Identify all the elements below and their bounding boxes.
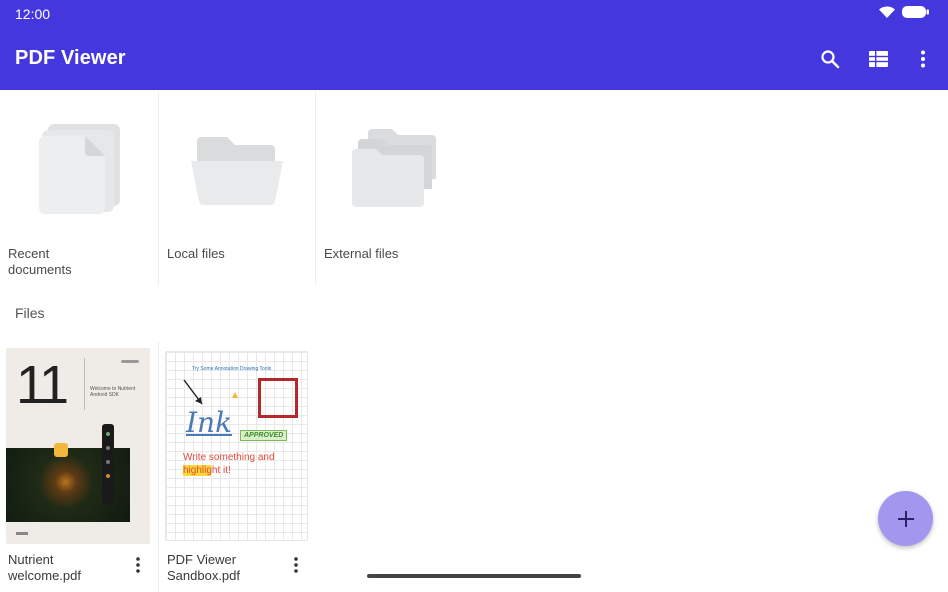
thumbnail-caption: Welcome to Nutrient Android SDK: [90, 386, 136, 398]
view-toggle-button[interactable]: [863, 44, 893, 74]
wifi-icon: [879, 6, 895, 18]
location-label: Recent documents: [8, 246, 72, 277]
stamp-annotation: APPROVED: [240, 430, 288, 441]
file-name: PDF Viewer Sandbox.pdf: [167, 552, 241, 583]
app-title: PDF Viewer: [15, 47, 126, 69]
status-icons: [878, 5, 930, 19]
more-vertical-icon: [921, 50, 925, 68]
battery-icon: [902, 6, 929, 18]
home-indicator[interactable]: [367, 574, 581, 578]
thumbnail-header: Try Some Annotation Drawing Tools: [192, 366, 272, 372]
file-card-nutrient-welcome[interactable]: 11 Welcome to Nutrient Android SDK Nutri…: [0, 345, 150, 592]
thumbnail-rule: [84, 358, 85, 410]
add-file-fab[interactable]: [878, 491, 933, 546]
thumbnail-footer-mark: [16, 532, 28, 535]
triangle-annotation: [232, 392, 238, 398]
file-thumbnail: 11 Welcome to Nutrient Android SDK: [6, 348, 150, 544]
app-bar: 12:00 PDF Viewer: [0, 0, 948, 90]
file-menu-button[interactable]: [128, 554, 148, 576]
search-button[interactable]: [815, 44, 845, 74]
external-folders-icon: [352, 129, 436, 207]
location-external-files[interactable]: External files: [316, 92, 472, 285]
search-icon: [821, 50, 840, 69]
ink-annotation: Ink: [186, 406, 233, 439]
arrow-annotation: [183, 379, 203, 405]
note-line-2: highlight it!: [183, 465, 231, 476]
plus-icon: [897, 510, 914, 527]
note-line-1: Write something and: [183, 452, 275, 463]
grid-view-icon: [868, 51, 888, 67]
thumbnail-big-number: 11: [16, 355, 69, 415]
recent-documents-icon: [39, 124, 120, 214]
files-heading: Files: [15, 305, 45, 321]
folder-icon: [191, 137, 283, 205]
more-vertical-icon: [294, 557, 298, 573]
location-local-files[interactable]: Local files: [159, 92, 315, 285]
file-menu-button[interactable]: [286, 554, 306, 576]
thumbnail-note-badge: [54, 443, 68, 457]
square-annotation: [258, 378, 298, 418]
location-label: Local files: [167, 246, 225, 261]
location-recent-documents[interactable]: Recent documents: [0, 92, 158, 285]
file-name: Nutrient welcome.pdf: [8, 552, 81, 583]
status-time: 12:00: [15, 6, 51, 22]
more-vertical-icon: [136, 557, 140, 573]
thumbnail-bar: [121, 360, 139, 363]
thumbnail-toolbar: [102, 424, 114, 504]
file-card-pdf-viewer-sandbox[interactable]: Try Some Annotation Drawing Tools Ink AP…: [159, 345, 308, 592]
location-label: External files: [324, 246, 399, 261]
file-thumbnail: Try Some Annotation Drawing Tools Ink AP…: [165, 351, 308, 541]
overflow-menu-button[interactable]: [908, 44, 938, 74]
